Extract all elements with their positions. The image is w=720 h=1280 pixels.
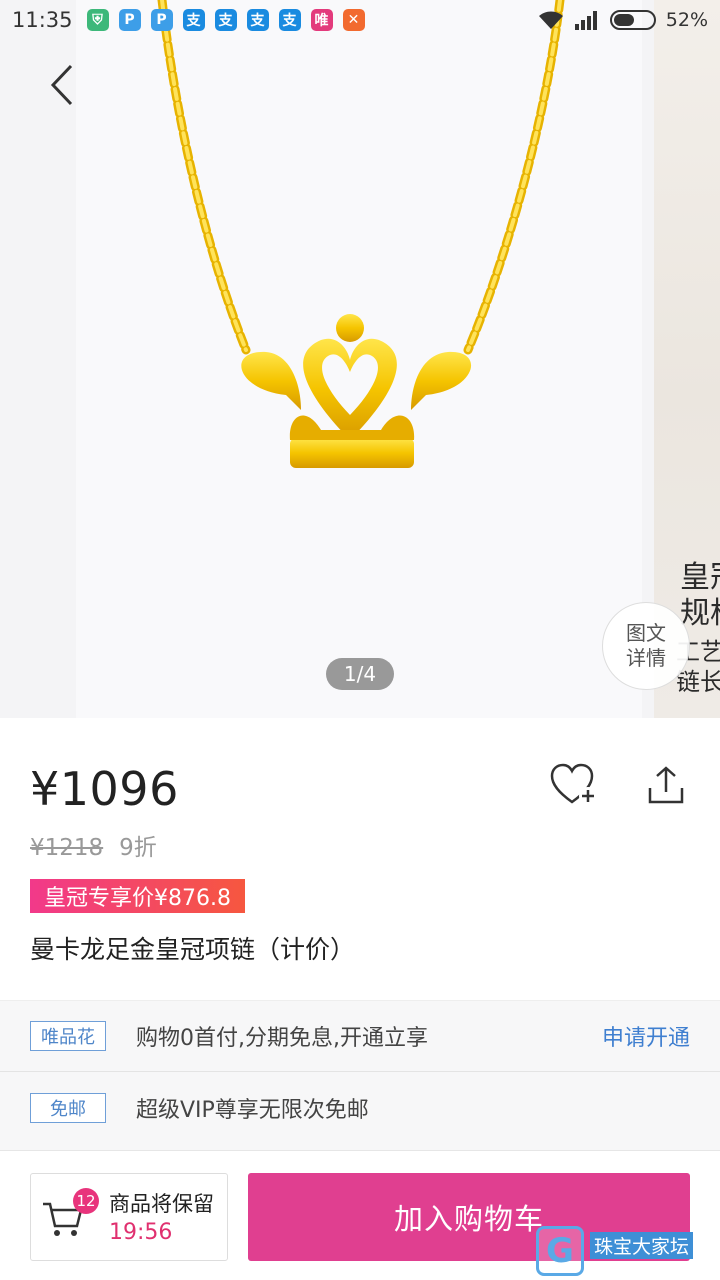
original-price: ¥1218: [30, 835, 104, 861]
cellular-signal-icon: [574, 11, 597, 30]
watermark-text: 珠宝大家坛: [590, 1232, 694, 1259]
cart-count-badge: 12: [73, 1188, 99, 1214]
cart-hold-label: 商品将保留: [109, 1192, 214, 1216]
vip-notification-icon: 唯: [310, 9, 333, 31]
product-page: 皇冠 规格 工艺 链长 1/4 图文 详情 11:35 ⛨PP支支支支唯✕ 52…: [0, 0, 720, 1280]
current-price: ¥1096: [30, 762, 179, 816]
wifi-icon: [538, 11, 563, 29]
image-counter: 1/4: [326, 658, 394, 690]
battery-percent: 52%: [665, 9, 708, 31]
battery-icon: [609, 10, 656, 30]
forum-watermark: G 珠宝大家坛: [536, 1226, 720, 1280]
product-image-gallery[interactable]: 皇冠 规格 工艺 链长 1/4 图文 详情: [0, 0, 720, 718]
installment-row[interactable]: 唯品花 购物0首付,分期免息,开通立享 申请开通: [0, 1001, 720, 1071]
divider: [0, 1071, 720, 1072]
chat-notification-icon-2: P: [150, 9, 173, 31]
product-image[interactable]: [76, 0, 642, 718]
detail-button-line: 详情: [626, 646, 666, 670]
cart-button[interactable]: 12 商品将保留 19:56: [30, 1173, 228, 1261]
status-indicators: 52%: [538, 9, 708, 31]
share-icon: [648, 766, 684, 804]
apply-installment-link[interactable]: 申请开通: [602, 1020, 690, 1052]
status-bar: 11:35 ⛨ P P 支支支支唯 ✕ 52%: [0, 0, 720, 40]
watermark-logo: G: [536, 1226, 584, 1276]
chevron-left-icon: [50, 64, 73, 106]
alipay-notification-icon: 支: [182, 9, 205, 31]
free-shipping-text: 超级VIP尊享无限次免邮: [136, 1098, 369, 1123]
installment-text: 购物0首付,分期免息,开通立享: [136, 1026, 428, 1051]
discount-label: 9折: [119, 835, 157, 861]
notification-icons: ⛨ P P 支支支支唯 ✕: [86, 9, 365, 31]
cart-hold-timer: 19:56: [109, 1220, 173, 1245]
app-notification-icon: ✕: [342, 9, 365, 31]
original-price-row: ¥1218 9折: [30, 828, 157, 862]
image-detail-button[interactable]: 图文 详情: [602, 602, 690, 690]
detail-button-line: 图文: [626, 621, 666, 645]
favorite-button[interactable]: [548, 762, 598, 806]
alipay-notification-icon-2: 支: [214, 9, 237, 31]
status-time: 11:35: [12, 8, 73, 32]
product-title: 曼卡龙足金皇冠项链（计价）: [30, 935, 356, 964]
service-info-block: 唯品花 购物0首付,分期免息,开通立享 申请开通 免邮 超级VIP尊享无限次免邮: [0, 1000, 720, 1150]
next-image-text: 规格: [680, 596, 720, 631]
share-button[interactable]: [644, 764, 688, 808]
shield-notification-icon: ⛨: [86, 9, 109, 31]
free-shipping-row: 免邮 超级VIP尊享无限次免邮: [0, 1073, 720, 1143]
back-button[interactable]: [40, 58, 84, 112]
crown-necklace-image: [157, 0, 565, 468]
vip-price-badge: 皇冠专享价¥876.8: [30, 879, 245, 913]
heart-plus-icon: [550, 763, 597, 805]
chat-notification-icon: P: [118, 9, 141, 31]
alipay-notification-icon-3: 支: [246, 9, 269, 31]
free-shipping-tag: 免邮: [30, 1093, 106, 1123]
installment-tag: 唯品花: [30, 1021, 106, 1051]
alipay-notification-icon-4: 支: [278, 9, 301, 31]
